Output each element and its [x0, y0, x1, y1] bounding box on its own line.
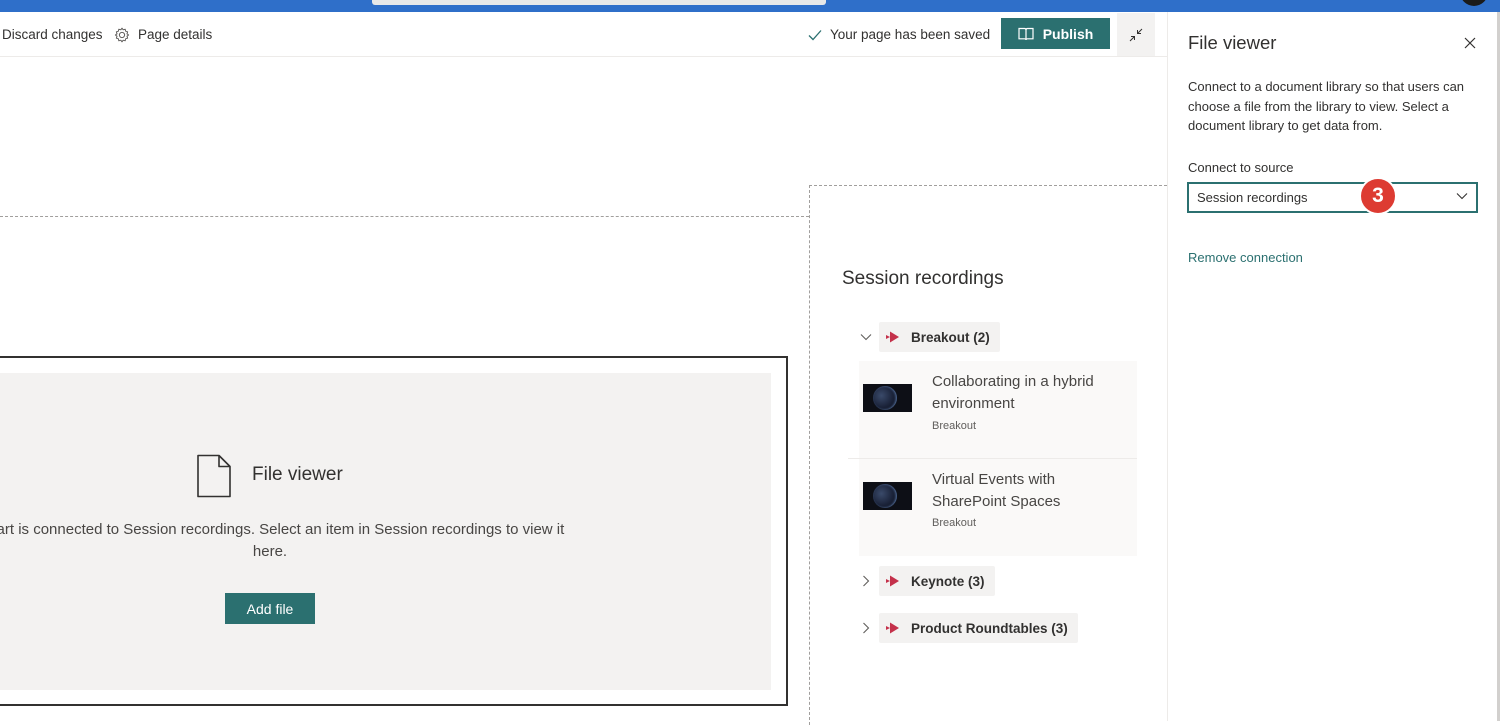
group-pill[interactable]: Product Roundtables (3): [879, 613, 1078, 643]
add-file-button[interactable]: Add file: [225, 593, 315, 624]
search-box[interactable]: [372, 0, 826, 5]
avatar[interactable]: [1460, 0, 1488, 6]
suite-header: [0, 0, 1500, 12]
stream-icon: [886, 331, 899, 343]
list-item[interactable]: Collaborating in a hybrid environment Br…: [848, 361, 1137, 459]
item-title: Virtual Events with SharePoint Spaces: [932, 471, 1061, 510]
collapse-icon: [1129, 28, 1143, 41]
chevron-down-icon[interactable]: [857, 333, 875, 341]
file-viewer-message: b part is connected to Session recording…: [0, 521, 565, 560]
chevron-right-icon[interactable]: [857, 622, 875, 634]
video-thumbnail: [863, 482, 912, 510]
discard-changes-label: Discard changes: [2, 27, 103, 42]
page-details-label: Page details: [138, 27, 213, 42]
source-dropdown-value: Session recordings: [1197, 190, 1308, 205]
group-label: Product Roundtables (3): [911, 620, 1068, 636]
source-dropdown[interactable]: Session recordings: [1187, 182, 1478, 213]
command-bar: Discard changes Page details Your page h…: [0, 12, 1167, 57]
close-button[interactable]: [1462, 35, 1478, 51]
chevron-down-icon: [1456, 193, 1468, 200]
publish-button[interactable]: Publish: [1001, 18, 1110, 49]
book-icon: [1018, 27, 1034, 40]
file-viewer-title: File viewer: [252, 464, 343, 485]
stream-icon: [886, 575, 899, 587]
collapse-button[interactable]: [1117, 13, 1155, 56]
add-file-label: Add file: [246, 600, 294, 617]
source-label: Connect to source: [1188, 160, 1294, 175]
close-icon: [1464, 37, 1476, 49]
step-badge: 3: [1359, 177, 1397, 215]
session-recordings-title: Session recordings: [842, 268, 1004, 289]
discard-changes-button[interactable]: Discard changes: [2, 12, 103, 57]
checkmark-icon: [808, 29, 822, 40]
publish-label: Publish: [1042, 25, 1094, 42]
item-title: Collaborating in a hybrid environment: [932, 373, 1094, 412]
item-category: Breakout: [932, 517, 977, 529]
recordings-list: Collaborating in a hybrid environment Br…: [848, 361, 1137, 557]
group-header-keynote[interactable]: Keynote (3): [857, 566, 995, 596]
page-details-button[interactable]: Page details: [114, 12, 212, 57]
stream-icon: [886, 622, 899, 634]
document-icon: [197, 454, 231, 498]
pane-title: File viewer: [1188, 32, 1277, 53]
list-item[interactable]: Virtual Events with SharePoint Spaces Br…: [859, 459, 1137, 556]
pane-description: Connect to a document library so that us…: [1188, 79, 1465, 133]
group-header-product-roundtables[interactable]: Product Roundtables (3): [857, 613, 1078, 643]
chevron-right-icon[interactable]: [857, 575, 875, 587]
group-label: Keynote (3): [911, 573, 985, 589]
item-category: Breakout: [932, 420, 977, 432]
group-pill[interactable]: Breakout (2): [879, 322, 1000, 352]
section-divider: [0, 216, 809, 217]
group-pill[interactable]: Keynote (3): [879, 566, 995, 596]
video-thumbnail: [863, 384, 912, 412]
remove-connection-link[interactable]: Remove connection: [1188, 250, 1303, 265]
save-status: Your page has been saved: [808, 12, 990, 57]
group-label: Breakout (2): [911, 329, 990, 345]
gear-icon: [114, 27, 130, 42]
save-status-text: Your page has been saved: [830, 27, 991, 42]
group-header-breakout[interactable]: Breakout (2): [857, 322, 1000, 352]
